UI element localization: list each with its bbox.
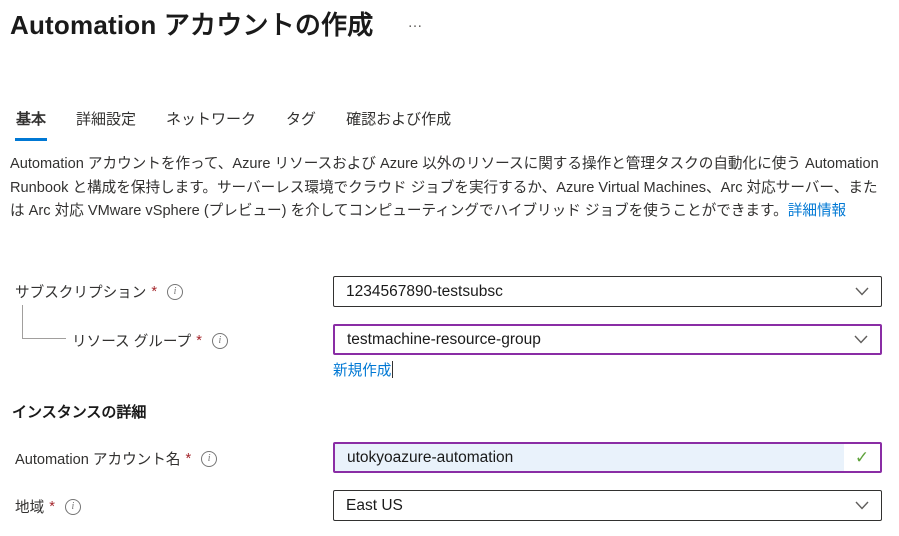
resource-group-value: testmachine-resource-group	[347, 331, 854, 349]
chevron-down-icon	[854, 335, 868, 344]
info-icon[interactable]: i	[65, 499, 81, 515]
region-value: East US	[346, 497, 855, 515]
page-description: Automation アカウントを作って、Azure リソースおよび Azure…	[10, 153, 892, 224]
learn-more-link[interactable]: 詳細情報	[788, 203, 846, 219]
resource-group-label: リソース グループ * i	[72, 330, 228, 351]
account-name-label: Automation アカウント名 * i	[15, 448, 217, 469]
create-new-link[interactable]: 新規作成	[333, 359, 391, 380]
more-options-icon[interactable]: …	[407, 5, 423, 31]
resource-group-dropdown[interactable]: testmachine-resource-group	[333, 324, 882, 355]
instance-details-section-title: インスタンスの詳細	[12, 401, 146, 422]
create-new-row: 新規作成	[333, 359, 393, 380]
tab-networking[interactable]: ネットワーク	[165, 106, 257, 141]
info-icon[interactable]: i	[201, 451, 217, 467]
validation-check-icon: ✓	[844, 444, 880, 471]
chevron-down-icon	[855, 501, 869, 510]
title-row: Automation アカウントの作成 …	[10, 5, 423, 42]
required-asterisk: *	[185, 451, 191, 467]
region-label-text: 地域	[15, 496, 44, 517]
page-title: Automation アカウントの作成	[10, 5, 373, 42]
resource-group-label-text: リソース グループ	[72, 330, 191, 351]
region-label: 地域 * i	[15, 496, 81, 517]
tab-tags[interactable]: タグ	[285, 106, 317, 141]
subscription-dropdown[interactable]: 1234567890-testsubsc	[333, 276, 882, 307]
tree-connector-line	[22, 305, 66, 339]
region-dropdown[interactable]: East US	[333, 490, 882, 521]
chevron-down-icon	[855, 287, 869, 296]
account-name-label-text: Automation アカウント名	[15, 448, 180, 469]
subscription-value: 1234567890-testsubsc	[346, 283, 855, 301]
text-caret	[392, 361, 393, 378]
account-name-input[interactable]: utokyoazure-automation ✓	[333, 442, 882, 473]
account-name-value: utokyoazure-automation	[335, 444, 844, 471]
description-text: Automation アカウントを作って、Azure リソースおよび Azure…	[10, 156, 879, 219]
wizard-tabs: 基本 詳細設定 ネットワーク タグ 確認および作成	[15, 106, 452, 141]
tab-basics[interactable]: 基本	[15, 106, 47, 141]
create-automation-account-page: Automation アカウントの作成 … 基本 詳細設定 ネットワーク タグ …	[0, 0, 899, 536]
required-asterisk: *	[196, 333, 202, 349]
tab-review-create[interactable]: 確認および作成	[345, 106, 452, 141]
info-icon[interactable]: i	[167, 284, 183, 300]
subscription-label-text: サブスクリプション	[15, 281, 146, 302]
info-icon[interactable]: i	[212, 333, 228, 349]
subscription-label: サブスクリプション * i	[15, 281, 183, 302]
tab-advanced[interactable]: 詳細設定	[75, 106, 137, 141]
required-asterisk: *	[49, 499, 55, 515]
required-asterisk: *	[151, 284, 157, 300]
